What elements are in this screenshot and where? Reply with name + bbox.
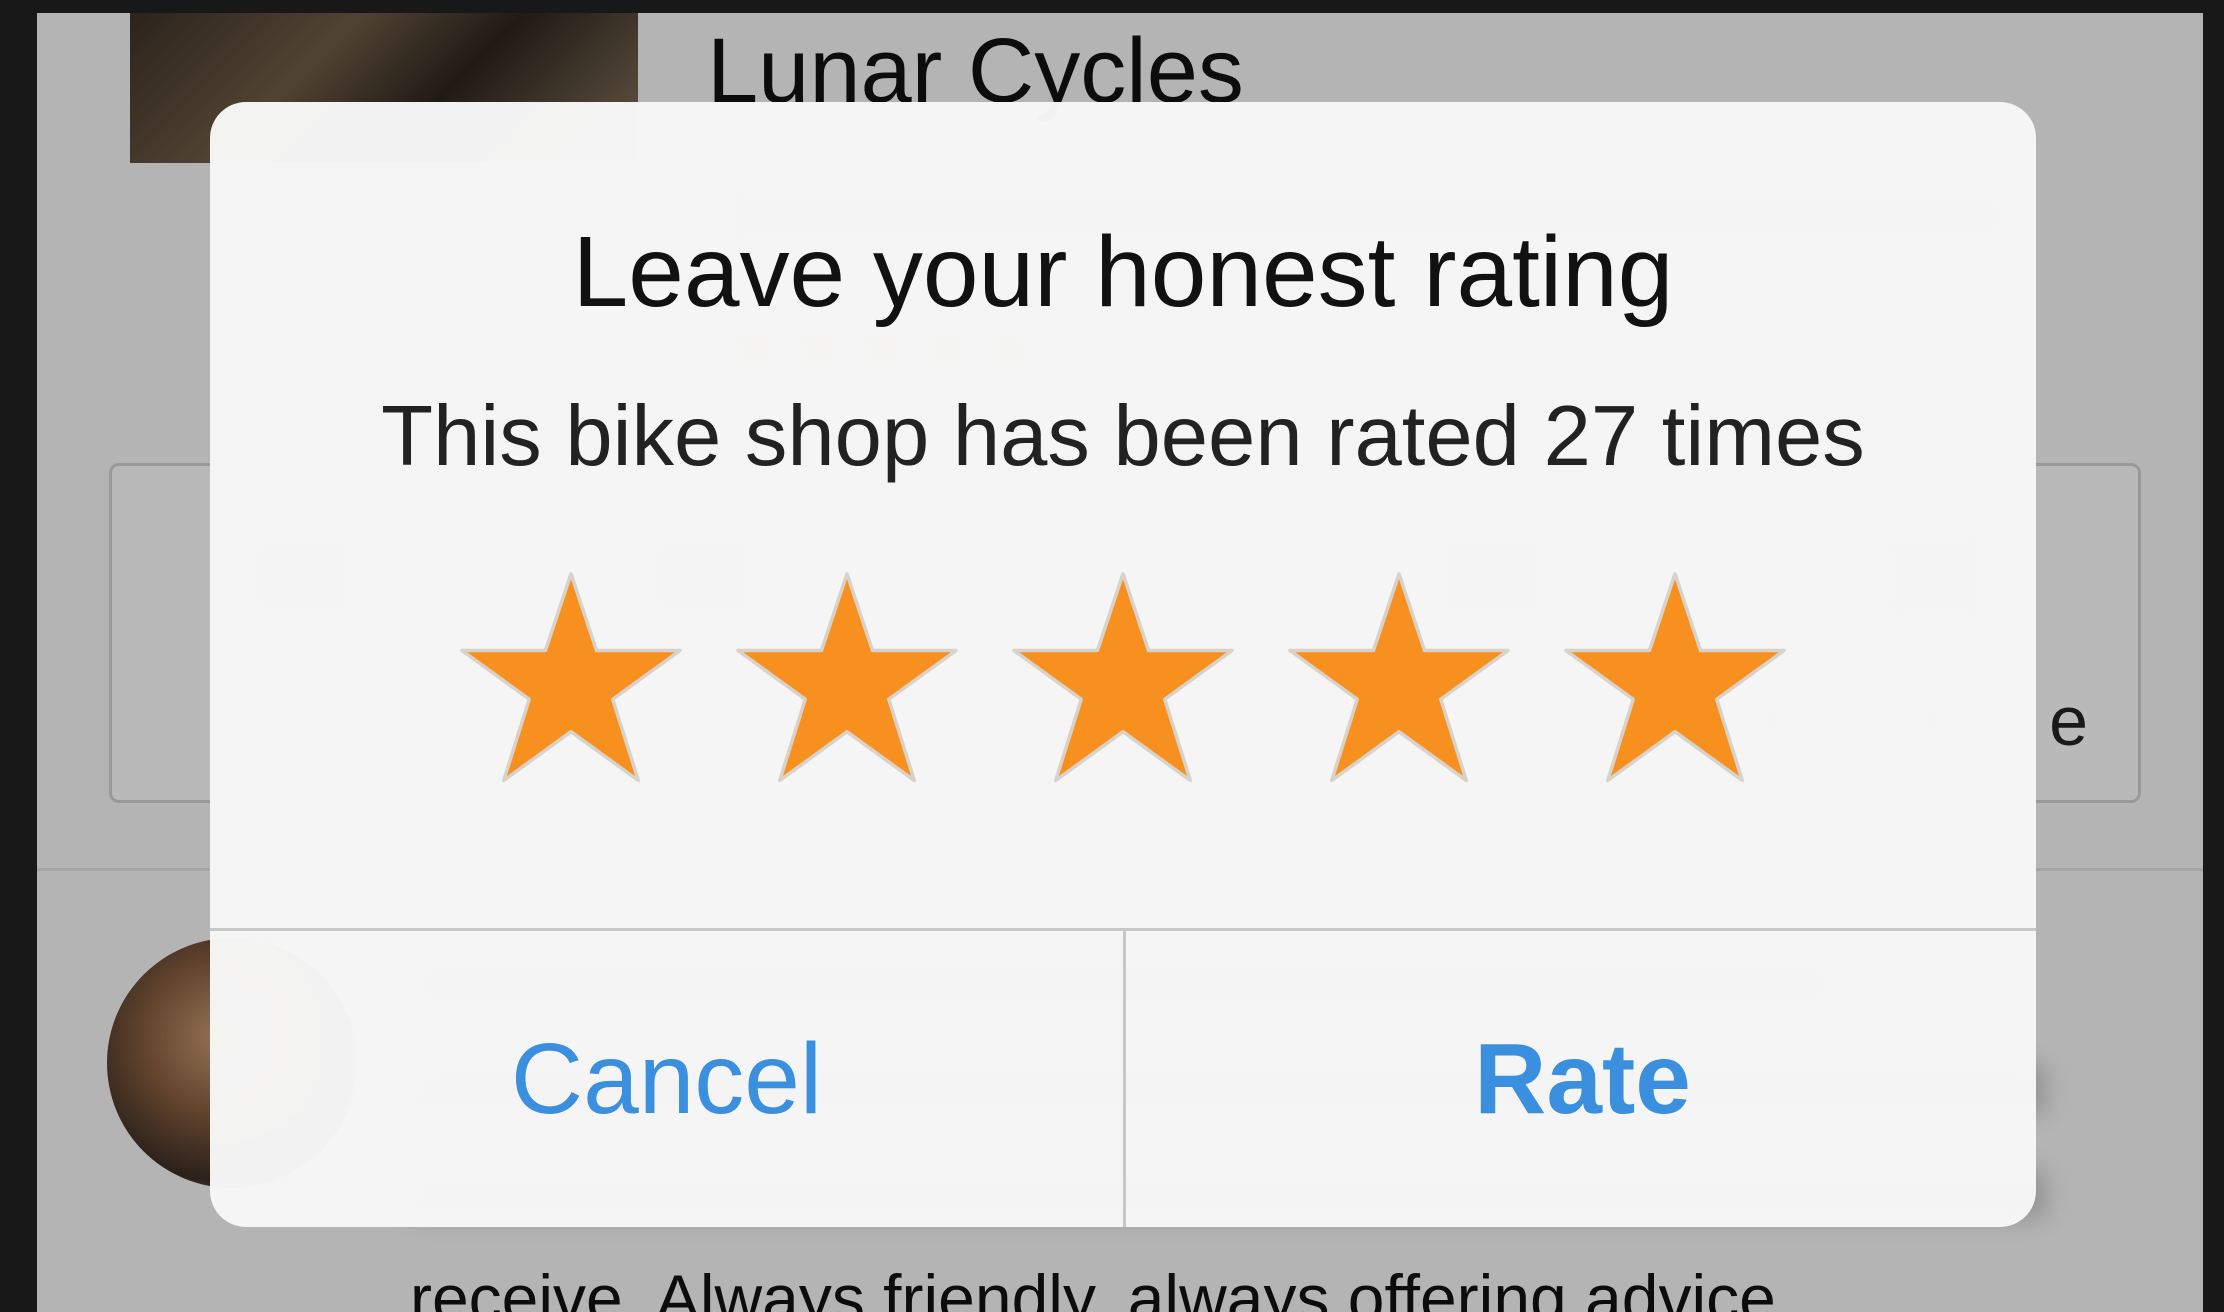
app-screen: Lunar Cycles ★★★★★ e receive. Always fri… bbox=[37, 13, 2203, 1312]
star-icon[interactable] bbox=[455, 567, 687, 799]
alert-message: This bike shop has been rated 27 times bbox=[381, 389, 1865, 484]
cancel-button[interactable]: Cancel bbox=[210, 931, 1123, 1227]
rating-alert: Leave your honest rating This bike shop … bbox=[210, 102, 2036, 1227]
star-icon[interactable] bbox=[1007, 567, 1239, 799]
star-icon[interactable] bbox=[1283, 567, 1515, 799]
rate-button[interactable]: Rate bbox=[1126, 931, 2036, 1227]
star-icon[interactable] bbox=[1559, 567, 1791, 799]
star-rating bbox=[210, 567, 2036, 799]
alert-title: Leave your honest rating bbox=[572, 216, 1674, 328]
star-icon[interactable] bbox=[731, 567, 963, 799]
